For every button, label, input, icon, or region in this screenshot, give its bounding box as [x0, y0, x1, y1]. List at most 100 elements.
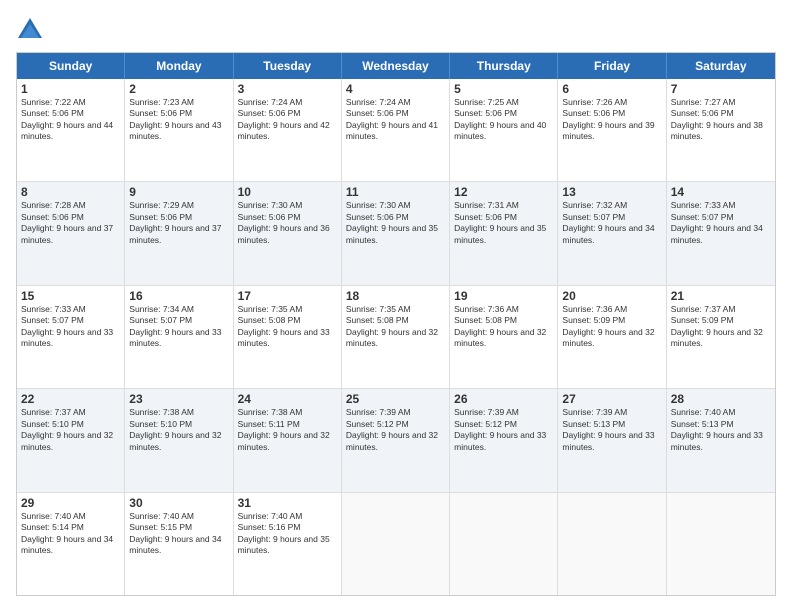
- calendar-day-14: 14 Sunrise: 7:33 AM Sunset: 5:07 PM Dayl…: [667, 182, 775, 284]
- calendar-day-2: 2 Sunrise: 7:23 AM Sunset: 5:06 PM Dayli…: [125, 79, 233, 181]
- cell-info: Sunrise: 7:26 AM Sunset: 5:06 PM Dayligh…: [562, 97, 661, 143]
- calendar-day-19: 19 Sunrise: 7:36 AM Sunset: 5:08 PM Dayl…: [450, 286, 558, 388]
- day-number: 21: [671, 289, 771, 303]
- calendar-day-5: 5 Sunrise: 7:25 AM Sunset: 5:06 PM Dayli…: [450, 79, 558, 181]
- day-number: 10: [238, 185, 337, 199]
- calendar-week-4: 22 Sunrise: 7:37 AM Sunset: 5:10 PM Dayl…: [17, 389, 775, 492]
- cell-info: Sunrise: 7:39 AM Sunset: 5:12 PM Dayligh…: [454, 407, 553, 453]
- day-number: 13: [562, 185, 661, 199]
- calendar-empty-cell: [558, 493, 666, 595]
- cell-info: Sunrise: 7:31 AM Sunset: 5:06 PM Dayligh…: [454, 200, 553, 246]
- day-number: 12: [454, 185, 553, 199]
- day-number: 16: [129, 289, 228, 303]
- cell-info: Sunrise: 7:35 AM Sunset: 5:08 PM Dayligh…: [238, 304, 337, 350]
- day-number: 17: [238, 289, 337, 303]
- day-number: 7: [671, 82, 771, 96]
- cell-info: Sunrise: 7:35 AM Sunset: 5:08 PM Dayligh…: [346, 304, 445, 350]
- calendar-week-2: 8 Sunrise: 7:28 AM Sunset: 5:06 PM Dayli…: [17, 182, 775, 285]
- calendar-day-8: 8 Sunrise: 7:28 AM Sunset: 5:06 PM Dayli…: [17, 182, 125, 284]
- cell-info: Sunrise: 7:27 AM Sunset: 5:06 PM Dayligh…: [671, 97, 771, 143]
- calendar-empty-cell: [450, 493, 558, 595]
- day-number: 29: [21, 496, 120, 510]
- calendar-day-7: 7 Sunrise: 7:27 AM Sunset: 5:06 PM Dayli…: [667, 79, 775, 181]
- calendar-week-1: 1 Sunrise: 7:22 AM Sunset: 5:06 PM Dayli…: [17, 79, 775, 182]
- cell-info: Sunrise: 7:36 AM Sunset: 5:08 PM Dayligh…: [454, 304, 553, 350]
- cell-info: Sunrise: 7:38 AM Sunset: 5:11 PM Dayligh…: [238, 407, 337, 453]
- calendar-day-17: 17 Sunrise: 7:35 AM Sunset: 5:08 PM Dayl…: [234, 286, 342, 388]
- calendar-day-23: 23 Sunrise: 7:38 AM Sunset: 5:10 PM Dayl…: [125, 389, 233, 491]
- day-number: 19: [454, 289, 553, 303]
- calendar-week-3: 15 Sunrise: 7:33 AM Sunset: 5:07 PM Dayl…: [17, 286, 775, 389]
- header-day-tuesday: Tuesday: [234, 53, 342, 79]
- page: SundayMondayTuesdayWednesdayThursdayFrid…: [0, 0, 792, 612]
- calendar-day-26: 26 Sunrise: 7:39 AM Sunset: 5:12 PM Dayl…: [450, 389, 558, 491]
- cell-info: Sunrise: 7:37 AM Sunset: 5:10 PM Dayligh…: [21, 407, 120, 453]
- cell-info: Sunrise: 7:28 AM Sunset: 5:06 PM Dayligh…: [21, 200, 120, 246]
- day-number: 3: [238, 82, 337, 96]
- cell-info: Sunrise: 7:40 AM Sunset: 5:15 PM Dayligh…: [129, 511, 228, 557]
- day-number: 24: [238, 392, 337, 406]
- calendar-day-11: 11 Sunrise: 7:30 AM Sunset: 5:06 PM Dayl…: [342, 182, 450, 284]
- header: [16, 16, 776, 44]
- cell-info: Sunrise: 7:24 AM Sunset: 5:06 PM Dayligh…: [346, 97, 445, 143]
- cell-info: Sunrise: 7:39 AM Sunset: 5:13 PM Dayligh…: [562, 407, 661, 453]
- cell-info: Sunrise: 7:34 AM Sunset: 5:07 PM Dayligh…: [129, 304, 228, 350]
- day-number: 22: [21, 392, 120, 406]
- day-number: 14: [671, 185, 771, 199]
- header-day-sunday: Sunday: [17, 53, 125, 79]
- cell-info: Sunrise: 7:23 AM Sunset: 5:06 PM Dayligh…: [129, 97, 228, 143]
- calendar-day-12: 12 Sunrise: 7:31 AM Sunset: 5:06 PM Dayl…: [450, 182, 558, 284]
- calendar-day-29: 29 Sunrise: 7:40 AM Sunset: 5:14 PM Dayl…: [17, 493, 125, 595]
- cell-info: Sunrise: 7:36 AM Sunset: 5:09 PM Dayligh…: [562, 304, 661, 350]
- day-number: 25: [346, 392, 445, 406]
- cell-info: Sunrise: 7:33 AM Sunset: 5:07 PM Dayligh…: [671, 200, 771, 246]
- calendar-day-3: 3 Sunrise: 7:24 AM Sunset: 5:06 PM Dayli…: [234, 79, 342, 181]
- calendar-day-6: 6 Sunrise: 7:26 AM Sunset: 5:06 PM Dayli…: [558, 79, 666, 181]
- day-number: 18: [346, 289, 445, 303]
- day-number: 26: [454, 392, 553, 406]
- calendar: SundayMondayTuesdayWednesdayThursdayFrid…: [16, 52, 776, 596]
- cell-info: Sunrise: 7:24 AM Sunset: 5:06 PM Dayligh…: [238, 97, 337, 143]
- calendar-day-13: 13 Sunrise: 7:32 AM Sunset: 5:07 PM Dayl…: [558, 182, 666, 284]
- day-number: 2: [129, 82, 228, 96]
- cell-info: Sunrise: 7:25 AM Sunset: 5:06 PM Dayligh…: [454, 97, 553, 143]
- header-day-friday: Friday: [558, 53, 666, 79]
- day-number: 27: [562, 392, 661, 406]
- cell-info: Sunrise: 7:33 AM Sunset: 5:07 PM Dayligh…: [21, 304, 120, 350]
- cell-info: Sunrise: 7:40 AM Sunset: 5:14 PM Dayligh…: [21, 511, 120, 557]
- calendar-day-15: 15 Sunrise: 7:33 AM Sunset: 5:07 PM Dayl…: [17, 286, 125, 388]
- cell-info: Sunrise: 7:22 AM Sunset: 5:06 PM Dayligh…: [21, 97, 120, 143]
- logo: [16, 16, 48, 44]
- day-number: 15: [21, 289, 120, 303]
- cell-info: Sunrise: 7:32 AM Sunset: 5:07 PM Dayligh…: [562, 200, 661, 246]
- calendar-day-31: 31 Sunrise: 7:40 AM Sunset: 5:16 PM Dayl…: [234, 493, 342, 595]
- day-number: 5: [454, 82, 553, 96]
- calendar-empty-cell: [667, 493, 775, 595]
- calendar-day-22: 22 Sunrise: 7:37 AM Sunset: 5:10 PM Dayl…: [17, 389, 125, 491]
- calendar-day-16: 16 Sunrise: 7:34 AM Sunset: 5:07 PM Dayl…: [125, 286, 233, 388]
- calendar-day-30: 30 Sunrise: 7:40 AM Sunset: 5:15 PM Dayl…: [125, 493, 233, 595]
- calendar-day-28: 28 Sunrise: 7:40 AM Sunset: 5:13 PM Dayl…: [667, 389, 775, 491]
- day-number: 11: [346, 185, 445, 199]
- header-day-saturday: Saturday: [667, 53, 775, 79]
- day-number: 23: [129, 392, 228, 406]
- calendar-header: SundayMondayTuesdayWednesdayThursdayFrid…: [17, 53, 775, 79]
- day-number: 8: [21, 185, 120, 199]
- cell-info: Sunrise: 7:40 AM Sunset: 5:13 PM Dayligh…: [671, 407, 771, 453]
- calendar-day-10: 10 Sunrise: 7:30 AM Sunset: 5:06 PM Dayl…: [234, 182, 342, 284]
- calendar-empty-cell: [342, 493, 450, 595]
- calendar-day-25: 25 Sunrise: 7:39 AM Sunset: 5:12 PM Dayl…: [342, 389, 450, 491]
- cell-info: Sunrise: 7:39 AM Sunset: 5:12 PM Dayligh…: [346, 407, 445, 453]
- day-number: 20: [562, 289, 661, 303]
- calendar-week-5: 29 Sunrise: 7:40 AM Sunset: 5:14 PM Dayl…: [17, 493, 775, 595]
- calendar-body: 1 Sunrise: 7:22 AM Sunset: 5:06 PM Dayli…: [17, 79, 775, 595]
- cell-info: Sunrise: 7:30 AM Sunset: 5:06 PM Dayligh…: [346, 200, 445, 246]
- calendar-day-20: 20 Sunrise: 7:36 AM Sunset: 5:09 PM Dayl…: [558, 286, 666, 388]
- day-number: 30: [129, 496, 228, 510]
- calendar-day-4: 4 Sunrise: 7:24 AM Sunset: 5:06 PM Dayli…: [342, 79, 450, 181]
- day-number: 9: [129, 185, 228, 199]
- day-number: 4: [346, 82, 445, 96]
- cell-info: Sunrise: 7:29 AM Sunset: 5:06 PM Dayligh…: [129, 200, 228, 246]
- cell-info: Sunrise: 7:38 AM Sunset: 5:10 PM Dayligh…: [129, 407, 228, 453]
- calendar-day-1: 1 Sunrise: 7:22 AM Sunset: 5:06 PM Dayli…: [17, 79, 125, 181]
